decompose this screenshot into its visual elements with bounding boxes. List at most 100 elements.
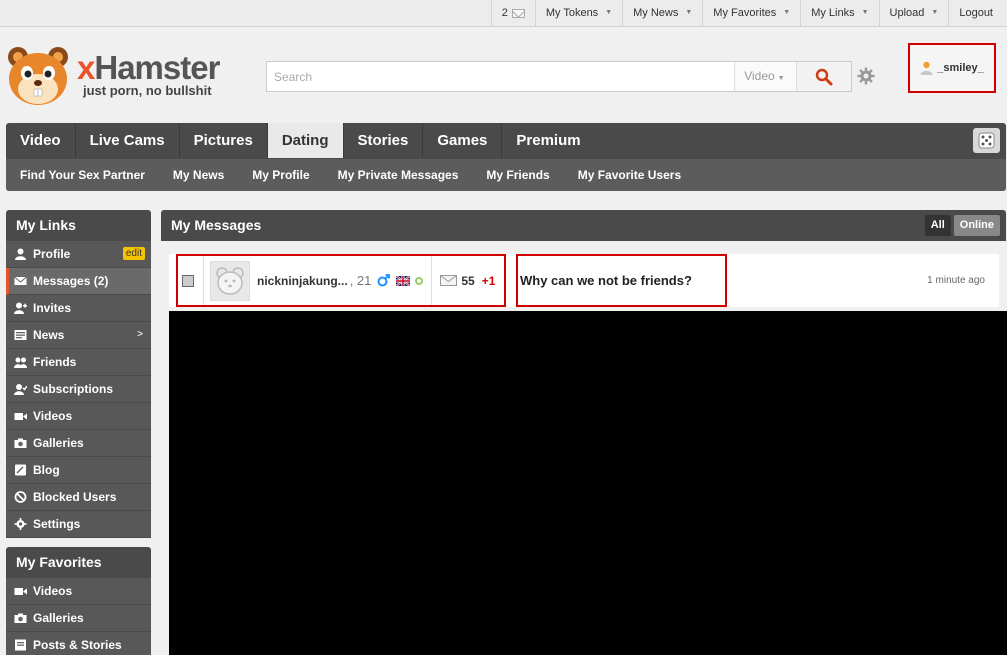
tab-video[interactable]: Video bbox=[6, 123, 76, 158]
search-settings-gear-icon[interactable] bbox=[857, 67, 875, 85]
logo-tagline: just porn, no bullshit bbox=[83, 83, 212, 98]
topbar-my-favorites[interactable]: My Favorites ▼ bbox=[702, 0, 800, 26]
sidebar-item-label: Videos bbox=[33, 409, 73, 423]
sidebar-item-friends[interactable]: Friends bbox=[6, 349, 151, 376]
filter-all-button[interactable]: All bbox=[924, 215, 951, 236]
message-row[interactable]: nickninjakung... , 21 55 +1 Why can we n… bbox=[169, 254, 999, 307]
message-timestamp: 1 minute ago bbox=[927, 275, 985, 286]
sidebar-item-label: Invites bbox=[33, 301, 72, 315]
sidebar-item-blocked-users[interactable]: Blocked Users bbox=[6, 484, 151, 511]
search-bar: Video▼ bbox=[266, 61, 852, 92]
top-bar: 2 My Tokens ▼ My News ▼ My Favorites ▼ My L… bbox=[0, 0, 1007, 27]
new-message-count: +1 bbox=[481, 273, 496, 288]
topbar-link-label: My News bbox=[633, 7, 679, 19]
tab-stories[interactable]: Stories bbox=[344, 123, 424, 158]
subnav-my-profile[interactable]: My Profile bbox=[238, 168, 323, 182]
edit-profile-button[interactable]: edit bbox=[122, 247, 145, 260]
tab-live-cams[interactable]: Live Cams bbox=[76, 123, 180, 158]
user-avatar-icon bbox=[920, 61, 933, 75]
posts-icon bbox=[15, 639, 26, 651]
video-icon bbox=[14, 588, 27, 595]
message-count-badge: 55 +1 bbox=[440, 274, 495, 288]
site-logo[interactable]: xHamster just porn, no bullshit bbox=[5, 45, 245, 107]
sidebar-item-messages[interactable]: Messages (2) bbox=[6, 268, 151, 295]
sidebar-item-invites[interactable]: Invites bbox=[6, 295, 151, 322]
subnav-my-friends[interactable]: My Friends bbox=[472, 168, 563, 182]
logo-wordmark: xHamster bbox=[77, 49, 220, 87]
topbar-link-label: My Links bbox=[811, 7, 855, 19]
message-select-checkbox[interactable] bbox=[182, 274, 194, 287]
tab-dating[interactable]: Dating bbox=[267, 123, 344, 158]
conversation-count: 55 bbox=[461, 273, 475, 288]
topbar-my-news[interactable]: My News ▼ bbox=[622, 0, 702, 26]
topbar-messages-link[interactable]: 2 bbox=[490, 0, 535, 26]
favorites-item-posts-stories[interactable]: Posts & Stories bbox=[6, 632, 151, 655]
invite-icon bbox=[14, 302, 27, 314]
subnav-find-partner[interactable]: Find Your Sex Partner bbox=[6, 168, 159, 182]
topbar-my-links[interactable]: My Links ▼ bbox=[800, 0, 878, 26]
sidebar-item-subscriptions[interactable]: Subscriptions bbox=[6, 376, 151, 403]
messages-panel-header: My Messages All Online bbox=[161, 210, 1006, 241]
my-favorites-heading: My Favorites bbox=[6, 547, 151, 578]
caret-down-icon: ▼ bbox=[605, 9, 613, 16]
topbar-link-label: My Tokens bbox=[545, 7, 599, 19]
search-button[interactable] bbox=[796, 62, 851, 91]
logout-link[interactable]: Logout bbox=[948, 0, 1007, 26]
search-type-select[interactable]: Video ▼ bbox=[734, 62, 797, 91]
caret-down-icon: ▼ bbox=[685, 9, 693, 16]
tab-games[interactable]: Games bbox=[423, 123, 503, 158]
blank-content-area bbox=[169, 311, 1007, 655]
camera-icon bbox=[14, 438, 27, 448]
subnav-favorite-users[interactable]: My Favorite Users bbox=[564, 168, 695, 182]
gear-icon bbox=[14, 518, 27, 530]
messages-title: My Messages bbox=[171, 217, 262, 233]
sidebar: My Links Profile edit Messages (2) Invit… bbox=[6, 210, 151, 655]
video-icon bbox=[14, 413, 27, 420]
sidebar-item-galleries[interactable]: Galleries bbox=[6, 430, 151, 457]
sender-age: , 21 bbox=[349, 273, 372, 288]
caret-down-icon: ▼ bbox=[931, 9, 939, 16]
news-icon bbox=[14, 330, 27, 340]
envelope-icon bbox=[14, 276, 27, 285]
sidebar-item-label: News bbox=[33, 328, 65, 342]
topbar-my-tokens[interactable]: My Tokens ▼ bbox=[534, 0, 622, 26]
favorites-item-galleries[interactable]: Galleries bbox=[6, 605, 151, 632]
sidebar-item-label: Blog bbox=[33, 463, 60, 477]
random-dice-button[interactable] bbox=[973, 128, 1000, 153]
topbar-link-label: Upload bbox=[889, 7, 925, 19]
sidebar-item-profile[interactable]: Profile edit bbox=[6, 241, 151, 268]
sidebar-item-videos[interactable]: Videos bbox=[6, 403, 151, 430]
subnav-my-news[interactable]: My News bbox=[159, 168, 238, 182]
sidebar-item-blog[interactable]: Blog bbox=[6, 457, 151, 484]
dating-subnav: Find Your Sex Partner My News My Profile… bbox=[6, 159, 1006, 191]
friends-icon bbox=[14, 357, 27, 368]
sidebar-item-news[interactable]: News > bbox=[6, 322, 151, 349]
message-subject[interactable]: Why can we not be friends? bbox=[516, 254, 727, 307]
sender-username[interactable]: nickninjakung... bbox=[257, 274, 348, 288]
search-input[interactable] bbox=[267, 62, 735, 91]
sidebar-item-label: Videos bbox=[33, 584, 73, 598]
subscriptions-icon bbox=[14, 384, 27, 395]
subnav-private-messages[interactable]: My Private Messages bbox=[324, 168, 473, 182]
topbar-upload[interactable]: Upload ▼ bbox=[878, 0, 949, 26]
caret-down-icon: ▼ bbox=[783, 9, 791, 16]
sidebar-item-label: Messages (2) bbox=[33, 274, 109, 288]
logout-label: Logout bbox=[959, 7, 993, 19]
my-links-heading: My Links bbox=[6, 210, 151, 241]
sidebar-item-label: Blocked Users bbox=[33, 490, 117, 504]
blocked-icon bbox=[14, 491, 27, 503]
message-count: 2 bbox=[501, 7, 508, 19]
filter-online-button[interactable]: Online bbox=[953, 215, 1000, 236]
caret-down-icon: ▼ bbox=[861, 9, 869, 16]
sidebar-item-label: Galleries bbox=[33, 611, 84, 625]
sender-avatar[interactable] bbox=[210, 260, 250, 301]
tab-pictures[interactable]: Pictures bbox=[180, 123, 268, 158]
caret-down-icon: ▼ bbox=[777, 75, 785, 82]
hamster-logo-icon bbox=[8, 47, 68, 105]
sidebar-item-settings[interactable]: Settings bbox=[6, 511, 151, 538]
user-menu[interactable]: _smiley_ bbox=[908, 43, 996, 93]
tab-premium[interactable]: Premium bbox=[502, 123, 594, 158]
favorites-item-videos[interactable]: Videos bbox=[6, 578, 151, 605]
camera-icon bbox=[14, 613, 27, 623]
blog-icon bbox=[15, 464, 26, 476]
